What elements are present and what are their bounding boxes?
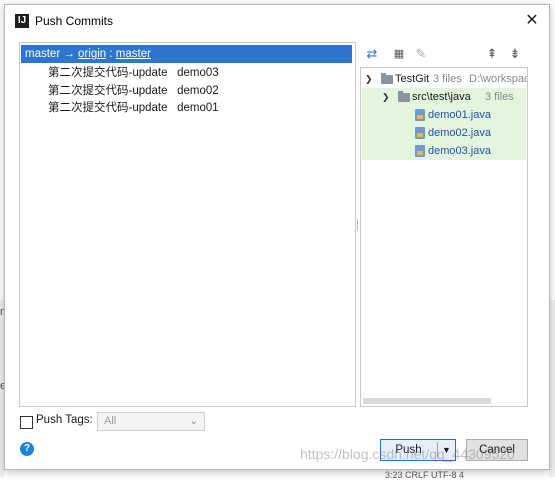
watermark: https://blog.csdn.net/qq_44309520	[300, 446, 515, 462]
push-commits-dialog: IJ Push Commits ✕ master → origin : mast…	[4, 4, 550, 470]
collapse-all-icon[interactable]: ⇟	[507, 46, 523, 62]
root-path: D:\workspac	[469, 73, 528, 85]
expand-all-icon[interactable]: ⇞	[484, 46, 500, 62]
file-name: demo03.java	[428, 145, 491, 157]
tags-select[interactable]: All ⌄	[97, 412, 205, 431]
java-file-icon	[415, 127, 425, 139]
folder-name: src\test\java	[412, 91, 471, 103]
close-button[interactable]: ✕	[523, 12, 541, 30]
java-file-icon	[415, 145, 425, 157]
help-icon[interactable]: ?	[20, 442, 34, 456]
tree-root-row[interactable]: ❯ TestGit 3 files D:\workspac	[361, 70, 528, 88]
push-tags-label: Push Tags:	[36, 414, 93, 426]
collapse-icon[interactable]: ⇄	[364, 46, 380, 62]
root-file-count: 3 files	[433, 73, 462, 85]
tree-file-row[interactable]: demo02.java	[362, 124, 526, 142]
chevron-down-icon[interactable]: ❯	[365, 70, 373, 88]
chevron-down-icon[interactable]: ❯	[382, 88, 390, 106]
status-bar-text: 3:23 CRLF UTF-8 4	[385, 470, 465, 480]
group-by-icon[interactable]: ▦	[391, 46, 407, 62]
folder-file-count: 3 files	[485, 91, 514, 103]
changes-tree-panel: ❯ TestGit 3 files D:\workspac ❯ src\test…	[360, 67, 528, 407]
local-branch-label: master	[25, 48, 61, 60]
arrow-label: →	[60, 48, 79, 60]
tree-file-row[interactable]: demo03.java	[362, 142, 526, 160]
branch-separator: :	[106, 48, 116, 60]
edit-icon[interactable]: ✎	[413, 46, 429, 62]
remote-link[interactable]: origin	[78, 48, 106, 60]
title-bar: IJ Push Commits ✕	[5, 5, 549, 37]
folder-icon	[398, 91, 410, 102]
tree-folder-row[interactable]: ❯ src\test\java 3 files	[362, 88, 526, 106]
dialog-title: Push Commits	[35, 14, 114, 28]
file-name: demo01.java	[428, 109, 491, 121]
horizontal-scrollbar[interactable]	[363, 398, 491, 404]
java-file-icon	[415, 109, 425, 121]
tree-file-row[interactable]: demo01.java	[362, 106, 526, 124]
push-tags-checkbox[interactable]	[20, 416, 33, 429]
commit-row[interactable]: 第二次提交代码-update demo02	[48, 83, 219, 100]
chevron-down-icon: ⌄	[189, 416, 198, 427]
commit-row[interactable]: 第二次提交代码-update demo03	[48, 65, 219, 82]
target-branch-link[interactable]: master	[116, 48, 151, 60]
commit-row[interactable]: 第二次提交代码-update demo01	[48, 100, 219, 117]
module-folder-icon	[381, 73, 393, 84]
commits-panel: master → origin : master 第二次提交代码-update …	[19, 42, 356, 407]
root-name: TestGit	[395, 73, 430, 85]
tags-select-value: All	[104, 415, 117, 427]
intellij-app-icon: IJ	[15, 14, 29, 28]
file-name: demo02.java	[428, 127, 491, 139]
branch-row[interactable]: master → origin : master	[21, 45, 352, 63]
